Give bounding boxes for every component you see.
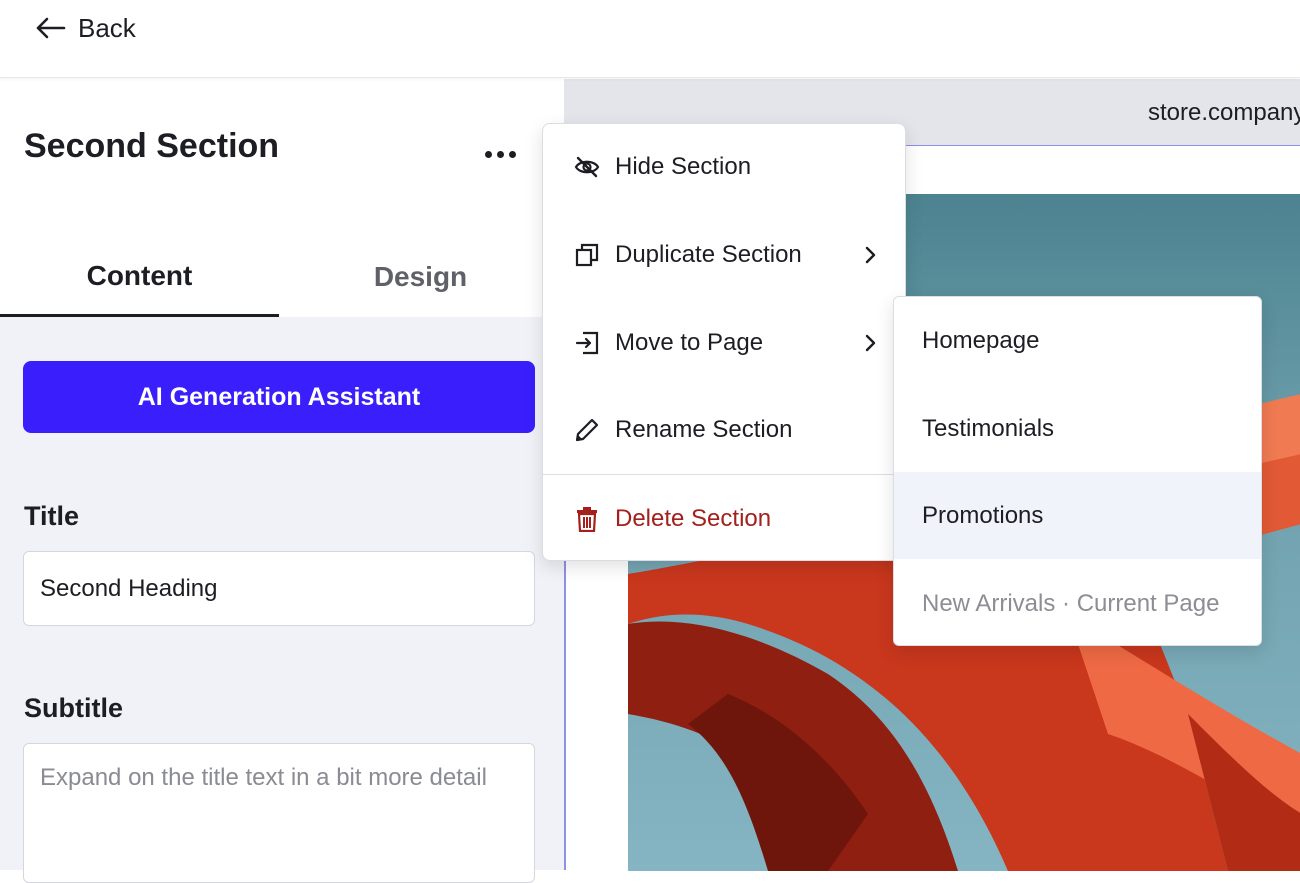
title-input[interactable]: Second Heading xyxy=(23,551,535,626)
editor-panel: Second Section Content Design AI Generat… xyxy=(0,79,564,883)
submenu-item-new-arrivals: New Arrivals · Current Page xyxy=(922,589,1220,617)
subtitle-label: Subtitle xyxy=(24,693,123,723)
section-options-menu: Hide Section Duplicate Section Move to P… xyxy=(542,123,906,561)
top-bar: Back xyxy=(0,0,1300,78)
tab-content[interactable]: Content xyxy=(0,237,279,317)
menu-divider xyxy=(543,474,905,475)
panel-header: Second Section Content Design xyxy=(0,79,564,317)
ai-generation-assistant-button[interactable]: AI Generation Assistant xyxy=(23,361,535,433)
menu-item-label: Delete Section xyxy=(615,505,772,532)
menu-item-rename-section[interactable]: Rename Section xyxy=(543,387,905,473)
menu-item-delete-section[interactable]: Delete Section xyxy=(543,476,905,562)
back-label: Back xyxy=(78,12,136,43)
trash-icon xyxy=(573,505,601,533)
menu-item-label: Rename Section xyxy=(615,416,793,443)
eye-off-icon xyxy=(573,153,601,181)
preview-url: store.company.com xyxy=(1148,99,1300,126)
menu-item-label: Hide Section xyxy=(615,153,752,180)
move-to-page-submenu: Homepage Testimonials Promotions New Arr… xyxy=(893,296,1262,646)
back-button[interactable]: Back xyxy=(34,12,136,44)
arrow-left-icon xyxy=(36,17,66,39)
chevron-right-icon xyxy=(865,246,876,264)
submenu-item-homepage[interactable]: Homepage xyxy=(894,297,1261,384)
menu-item-hide-section[interactable]: Hide Section xyxy=(543,124,905,210)
more-dots-icon xyxy=(484,150,492,158)
menu-item-label: Duplicate Section xyxy=(615,241,802,268)
menu-item-move-to-page[interactable]: Move to Page xyxy=(543,300,905,386)
submenu-item-testimonials[interactable]: Testimonials xyxy=(894,385,1261,472)
menu-item-label: Move to Page xyxy=(615,329,764,356)
tab-design[interactable]: Design xyxy=(281,237,560,317)
submenu-item-promotions[interactable]: Promotions xyxy=(894,472,1261,559)
title-label: Title xyxy=(24,501,80,531)
menu-item-duplicate-section[interactable]: Duplicate Section xyxy=(543,212,905,298)
chevron-right-icon xyxy=(865,334,876,352)
pencil-icon xyxy=(573,416,601,444)
section-title: Second Section xyxy=(24,127,280,165)
subtitle-textarea[interactable]: Expand on the title text in a bit more d… xyxy=(23,743,535,883)
duplicate-icon xyxy=(573,241,601,269)
more-options-button[interactable] xyxy=(478,139,522,169)
move-to-page-icon xyxy=(573,329,601,357)
